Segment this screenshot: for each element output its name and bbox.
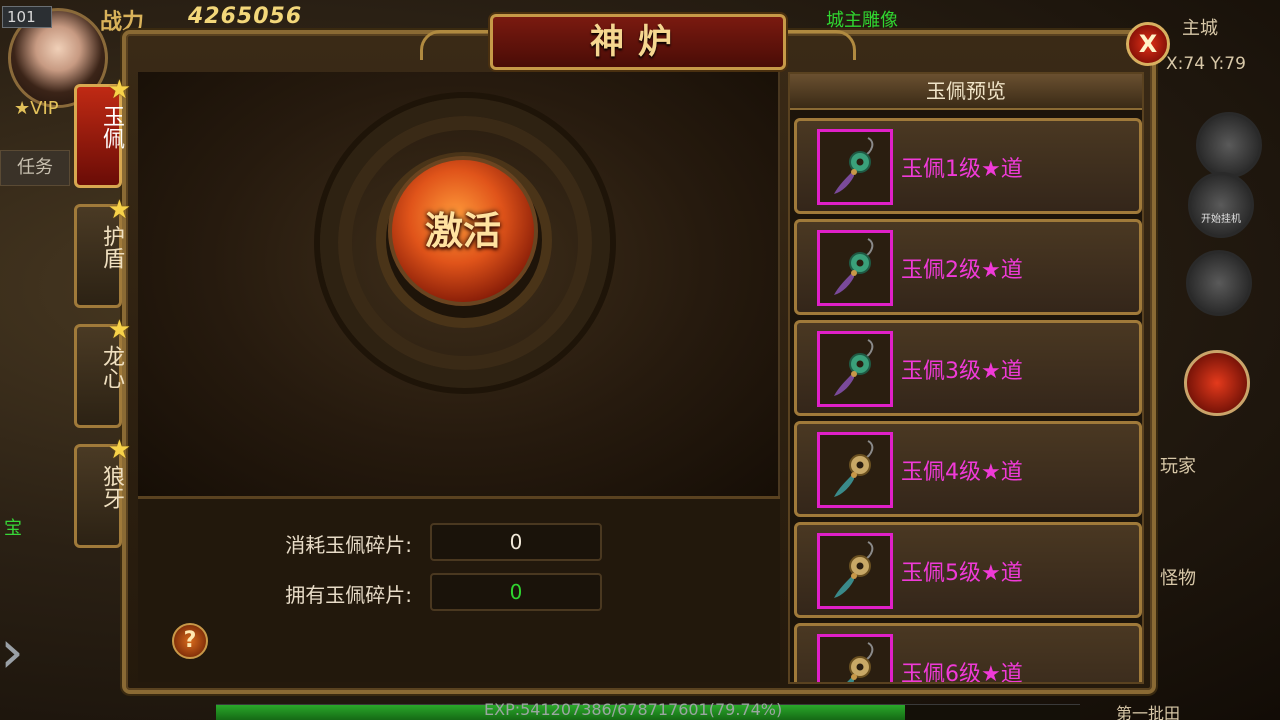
panel-title-plate: 神炉 (490, 14, 786, 70)
preview-header: 玉佩预览 (790, 74, 1142, 110)
tab-dragon-heart[interactable]: 龙心 ★ (74, 315, 131, 428)
task-button[interactable]: 任务 (0, 150, 70, 186)
item-icon-frame (817, 129, 893, 205)
item-name: 玉佩4级★道 (901, 460, 1023, 485)
item-name: 玉佩1级★道 (901, 157, 1023, 182)
item-icon-frame (817, 230, 893, 306)
cost-value: 0 (430, 523, 602, 561)
coords-readout: X:74 Y:79 (1166, 54, 1246, 74)
tab-jade-pendant[interactable]: 玉佩 ★ (74, 75, 131, 188)
city-label: 主城 (1182, 18, 1218, 39)
preview-item-1[interactable]: 玉佩1级★道 (794, 118, 1142, 214)
owned-label: 拥有玉佩碎片: (285, 583, 412, 607)
panel-title: 神炉 (590, 22, 686, 62)
auto-battle-label: 开始挂机 (1201, 214, 1241, 225)
gold-pendant-icon (834, 541, 874, 598)
vip-badge: ★VIP (14, 98, 59, 119)
player-level: 101 (2, 6, 52, 28)
cost-row: 消耗玉佩碎片: 0 (138, 521, 778, 561)
expand-arrow-icon[interactable]: › (0, 612, 50, 692)
exp-text: EXP:541207386/678717601(79.74%) (484, 700, 783, 719)
activate-label: 激活 (424, 208, 501, 253)
game-screen: 101 战力 4265056 城主雕像 主城 X:74 Y:79 ★VIP 任务… (0, 0, 1280, 720)
tab-label: 龙心 (99, 345, 124, 389)
power-value: 4265056 (188, 4, 303, 29)
star-icon: ★ (107, 75, 131, 105)
preview-item-5[interactable]: 玉佩5级★道 (794, 522, 1142, 618)
star-icon: ★ (107, 435, 131, 465)
gold-pendant-icon (847, 642, 874, 682)
activate-button[interactable]: 激活 (388, 156, 538, 306)
vip-label: VIP (30, 98, 59, 119)
cost-label: 消耗玉佩碎片: (285, 533, 412, 557)
jade-pendant-icon (834, 238, 874, 295)
owned-value: 0 (430, 573, 602, 611)
item-icon-frame (817, 634, 893, 682)
tab-label: 狼牙 (99, 465, 124, 509)
statue-label: 城主雕像 (826, 10, 898, 31)
item-name: 玉佩3级★道 (901, 359, 1023, 384)
tab-wolf-fang[interactable]: 狼牙 ★ (74, 435, 131, 548)
fragment-info: 消耗玉佩碎片: 0 拥有玉佩碎片: 0 ? (138, 496, 780, 682)
attack-skill-icon[interactable] (1184, 350, 1250, 416)
tab-label: 护盾 (99, 225, 124, 269)
map-label: 第一批田 (1116, 704, 1181, 720)
star-icon: ★ (14, 98, 31, 119)
gold-pendant-icon (834, 440, 874, 497)
star-icon: ★ (107, 315, 131, 345)
equipment-icon[interactable] (1196, 112, 1262, 178)
help-button[interactable]: ? (172, 623, 208, 659)
treasure-label: 宝 (4, 518, 22, 539)
auto-battle-button[interactable]: 开始挂机 (1188, 172, 1254, 238)
star-icon: ★ (107, 195, 131, 225)
monster-target-label[interactable]: 怪物 (1160, 564, 1196, 590)
jade-pendant-icon (834, 339, 874, 396)
preview-item-4[interactable]: 玉佩4级★道 (794, 421, 1142, 517)
pendant-preview: 玉佩预览 玉佩1级★道 玉佩2级★道 玉佩3级★道 玉佩4级★道 玉佩5级★道 … (788, 72, 1144, 684)
item-icon-frame (817, 432, 893, 508)
tab-shield[interactable]: 护盾 ★ (74, 195, 131, 308)
item-name: 玉佩5级★道 (901, 561, 1023, 586)
furnace-area: 激活 (138, 72, 780, 496)
item-icon-frame (817, 533, 893, 609)
tab-label: 玉佩 (99, 105, 124, 149)
preview-item-2[interactable]: 玉佩2级★道 (794, 219, 1142, 315)
preview-item-6[interactable]: 玉佩6级★道 (794, 623, 1142, 684)
preview-item-3[interactable]: 玉佩3级★道 (794, 320, 1142, 416)
preview-list[interactable]: 玉佩1级★道 玉佩2级★道 玉佩3级★道 玉佩4级★道 玉佩5级★道 玉佩6级★… (794, 118, 1142, 684)
item-name: 玉佩6级★道 (901, 662, 1023, 684)
item-icon-frame (817, 331, 893, 407)
close-button[interactable]: X (1126, 22, 1170, 66)
jade-pendant-icon (834, 137, 874, 194)
player-target-label[interactable]: 玩家 (1160, 452, 1196, 478)
item-name: 玉佩2级★道 (901, 258, 1023, 283)
skill-slot-icon[interactable] (1186, 250, 1252, 316)
owned-row: 拥有玉佩碎片: 0 (138, 571, 778, 611)
